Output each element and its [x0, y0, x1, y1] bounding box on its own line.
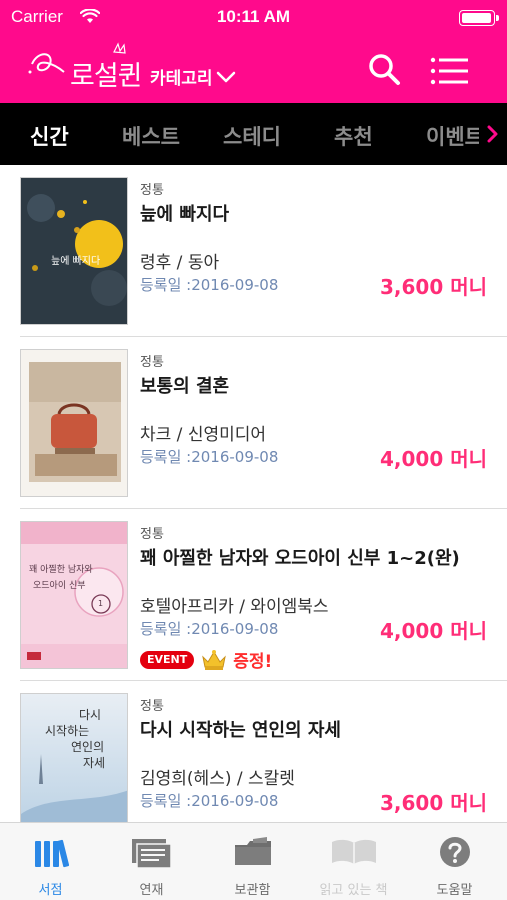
- book-author: 김영희(헤스) / 스칼렛: [140, 769, 295, 789]
- bottom-tab-bookstore[interactable]: 서점: [0, 823, 101, 900]
- book-info: 정통 늪에 빠지다 령후 / 동아 등록일 :2016-09-08 3,600 …: [140, 165, 487, 337]
- help-icon: [439, 837, 470, 867]
- bottom-tab-reading[interactable]: 읽고 있는 책: [303, 823, 404, 900]
- cover-title-text: 늪에 빠지다: [51, 256, 101, 267]
- search-button[interactable]: [367, 52, 403, 88]
- bottom-tab-help[interactable]: 도움말: [404, 823, 505, 900]
- cover-art: [21, 350, 127, 496]
- book-title: 다시 시작하는 연인의 자세: [140, 720, 341, 741]
- book-price: 4,000 머니: [379, 447, 487, 471]
- book-info: 정통 보통의 결혼 차크 / 신영미디어 등록일 :2016-09-08 4,0…: [140, 337, 487, 509]
- book-author: 령후 / 동아: [140, 253, 220, 273]
- book-genre: 정통: [140, 183, 164, 198]
- battery-icon: [459, 10, 499, 26]
- bottom-tab-label: 보관함: [234, 883, 271, 898]
- bottom-tab-label: 연재: [139, 883, 164, 898]
- book-price: 3,600 머니: [379, 275, 487, 299]
- list-item[interactable]: 늪에 빠지다 정통 늪에 빠지다 령후 / 동아 등록일 :2016-09-08…: [0, 165, 507, 337]
- list-item[interactable]: 꽤 아찔한 남자와 오드아이 신부 1 정통 꽤 아찔한 남자와 오드아이 신부…: [0, 509, 507, 681]
- promo-row: EVENT 증정!: [140, 647, 272, 672]
- cover-subtitle-text: 오드아이 신부: [33, 581, 86, 591]
- book-cover: [20, 349, 128, 497]
- list-item[interactable]: 정통 보통의 결혼 차크 / 신영미디어 등록일 :2016-09-08 4,0…: [0, 337, 507, 509]
- app-logo[interactable]: 로설퀸: [24, 42, 144, 94]
- book-genre: 정통: [140, 699, 164, 714]
- serial-icon: [131, 839, 172, 869]
- event-badge: EVENT: [140, 650, 195, 669]
- book-title: 꽤 아찔한 남자와 오드아이 신부 1~2(완): [140, 548, 460, 569]
- app-screen: Carrier 10:11 AM 로설퀸 카테고리 신간 베스트 스테디 추천 …: [0, 0, 507, 900]
- battery-fill: [462, 13, 491, 23]
- book-cover: 다시 시작하는 연인의 자세: [20, 693, 128, 822]
- bottom-tab-bar: 서점 연재 보관함 읽고 있는 책 도움말: [0, 822, 507, 900]
- books-icon: [34, 839, 69, 868]
- status-bar: Carrier 10:11 AM: [0, 0, 507, 36]
- book-date: 등록일 :2016-09-08: [140, 276, 279, 294]
- category-tab-bar: 신간 베스트 스테디 추천 이벤트: [0, 103, 507, 165]
- category-label: 카테고리: [150, 69, 213, 89]
- book-date: 등록일 :2016-09-08: [140, 448, 279, 466]
- cover-title-text: 꽤 아찔한 남자와: [29, 565, 93, 575]
- book-genre: 정통: [140, 355, 164, 370]
- tab-scroll-right-button[interactable]: [479, 103, 507, 165]
- bottom-tab-label: 읽고 있는 책: [319, 883, 388, 898]
- book-title: 보통의 결혼: [140, 376, 230, 397]
- chevron-down-icon: [216, 71, 235, 82]
- menu-button[interactable]: [430, 56, 470, 86]
- book-date: 등록일 :2016-09-08: [140, 620, 279, 638]
- bottom-tab-label: 서점: [38, 883, 63, 898]
- status-time: 10:11 AM: [216, 7, 291, 26]
- book-genre: 정통: [140, 527, 164, 542]
- book-date: 등록일 :2016-09-08: [140, 792, 279, 810]
- tab-event[interactable]: 이벤트: [426, 121, 484, 151]
- book-info: 정통 다시 시작하는 연인의 자세 김영희(헤스) / 스칼렛 등록일 :201…: [140, 681, 487, 822]
- cover-title-line4: 자세: [83, 756, 106, 770]
- cover-title-line3: 연인의: [71, 740, 105, 754]
- bottom-tab-serial[interactable]: 연재: [101, 823, 202, 900]
- book-cover: 늪에 빠지다: [20, 177, 128, 325]
- tab-best[interactable]: 베스트: [122, 121, 180, 151]
- gift-label: 증정!: [233, 652, 273, 672]
- book-title: 늪에 빠지다: [140, 204, 230, 225]
- book-list: 늪에 빠지다 정통 늪에 빠지다 령후 / 동아 등록일 :2016-09-08…: [0, 165, 507, 822]
- tab-steady[interactable]: 스테디: [223, 121, 281, 151]
- book-info: 정통 꽤 아찔한 남자와 오드아이 신부 1~2(완) 호텔아프리카 / 와이엠…: [140, 509, 487, 681]
- book-price: 3,600 머니: [379, 791, 487, 815]
- tab-recommend[interactable]: 추천: [334, 121, 373, 151]
- folder-icon: [234, 837, 271, 865]
- book-price: 4,000 머니: [379, 619, 487, 643]
- cover-title-line1: 다시: [79, 708, 102, 722]
- book-author: 호텔아프리카 / 와이엠북스: [140, 597, 329, 617]
- cover-art: [21, 694, 127, 822]
- cover-art: [21, 522, 127, 668]
- list-item[interactable]: 다시 시작하는 연인의 자세 정통 다시 시작하는 연인의 자세 김영희(헤스)…: [0, 681, 507, 822]
- cover-volume-number: 1: [98, 599, 104, 608]
- category-dropdown[interactable]: 카테고리: [150, 64, 236, 89]
- search-icon: [369, 54, 400, 85]
- chevron-right-icon: [487, 125, 498, 143]
- bottom-tab-label: 도움말: [436, 883, 473, 898]
- bottom-tab-storage[interactable]: 보관함: [202, 823, 303, 900]
- crown-icon: [202, 649, 227, 670]
- logo-text: 로설퀸: [70, 61, 143, 92]
- tab-new[interactable]: 신간: [30, 121, 69, 151]
- cover-title-line2: 시작하는: [45, 724, 90, 738]
- book-cover: 꽤 아찔한 남자와 오드아이 신부 1: [20, 521, 128, 669]
- menu-icon: [430, 57, 468, 85]
- book-author: 차크 / 신영미디어: [140, 425, 267, 445]
- open-book-icon: [331, 839, 376, 864]
